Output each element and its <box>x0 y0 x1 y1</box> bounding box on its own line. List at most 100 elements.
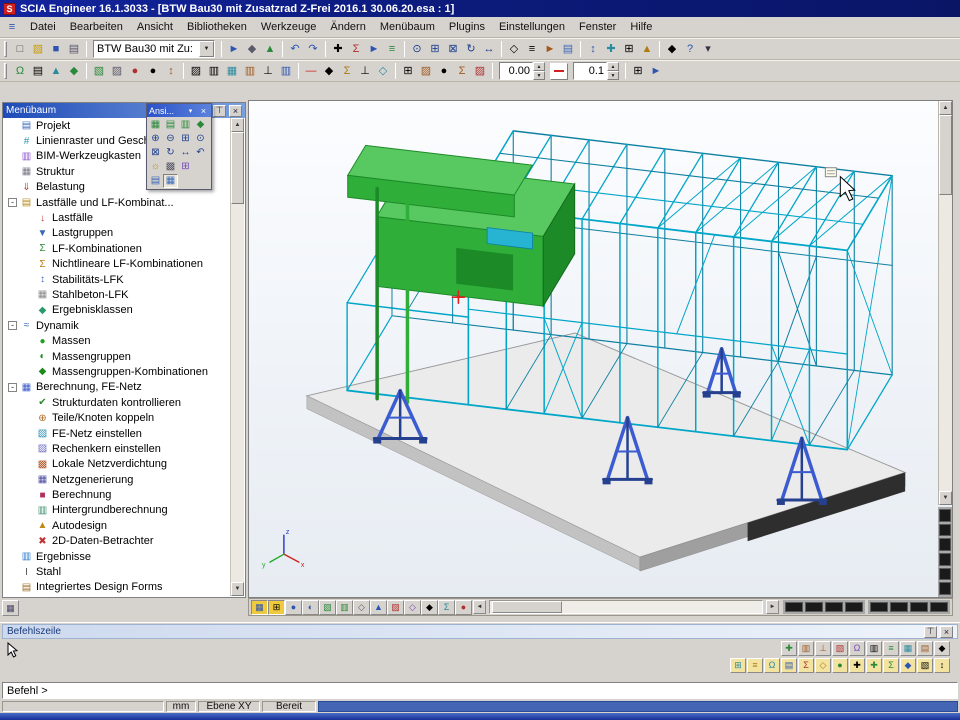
activity-filter-button[interactable]: ≡ <box>523 41 541 58</box>
minimized-window-segment[interactable] <box>870 602 888 612</box>
tree-item[interactable]: ✔Strukturdaten kontrollieren <box>4 395 230 410</box>
docked-toolbar-2[interactable] <box>868 600 950 614</box>
tree-item[interactable]: ▩Lokale Netzverdichtung <box>4 457 230 472</box>
snap-node-button[interactable]: Ω <box>849 641 865 656</box>
parallel-snap-button[interactable]: Σ <box>883 658 899 673</box>
menu-einstellungen[interactable]: Einstellungen <box>492 18 572 36</box>
named-selection-button[interactable]: ► <box>541 41 559 58</box>
window-tile-button[interactable]: ✚ <box>602 41 620 58</box>
spin-up-icon[interactable] <box>607 62 619 71</box>
spin-down-icon[interactable] <box>607 71 619 80</box>
arc-snap-button[interactable]: ✚ <box>849 658 865 673</box>
shade-mode-button[interactable]: ▲ <box>370 600 387 615</box>
stepper-value[interactable]: 0.00 <box>499 62 533 80</box>
midpoint-snap-button[interactable]: Ω <box>764 658 780 673</box>
folder-project-button[interactable]: ▨ <box>417 63 435 80</box>
project-selector[interactable]: BTW Bau30 mit Zu: <box>93 40 215 58</box>
plane-xy-button[interactable]: ▧ <box>319 600 336 615</box>
absolute-coords-button[interactable]: ▧ <box>917 658 933 673</box>
scroll-up-icon[interactable] <box>231 118 244 132</box>
chevron-down-icon[interactable] <box>199 41 214 57</box>
minimized-window-segment[interactable] <box>939 524 951 537</box>
cursor-select-button[interactable]: Ω <box>11 63 29 80</box>
settings-gear-button[interactable]: ◆ <box>663 41 681 58</box>
open-project-button[interactable]: ▨ <box>29 41 47 58</box>
print-data-button[interactable]: ● <box>455 600 472 615</box>
toolbar-grip[interactable] <box>4 41 7 57</box>
menu-menübaum[interactable]: Menübaum <box>373 18 442 36</box>
light-toggle-button[interactable]: ☼ <box>148 160 163 174</box>
rotate-tool-button[interactable]: ● <box>126 63 144 80</box>
window-cascade-button[interactable]: ⊞ <box>620 41 638 58</box>
hscroll-right-arrow[interactable] <box>766 600 779 614</box>
mesh-triangle-button[interactable]: ◇ <box>374 63 392 80</box>
zoom-selection-button[interactable]: ⊠ <box>444 41 462 58</box>
snap-step-stepper[interactable]: 0.1 <box>573 62 619 80</box>
node-tool-button[interactable]: ▥ <box>277 63 295 80</box>
clip-box-button[interactable]: ⊞ <box>178 160 193 174</box>
orthogonal-snap-button[interactable]: ◇ <box>815 658 831 673</box>
snap-mode-button[interactable]: ◐ <box>302 600 319 615</box>
relative-coords-button[interactable]: ↕ <box>934 658 950 673</box>
minimized-window-segment[interactable] <box>939 553 951 566</box>
hscroll-left-arrow[interactable] <box>473 600 486 614</box>
move-tool-button[interactable]: ▧ <box>90 63 108 80</box>
scroll-up-icon[interactable] <box>939 101 952 115</box>
ucs-rotate-button[interactable]: ◆ <box>900 658 916 673</box>
grid-step-stepper[interactable]: 0.00 <box>499 62 545 80</box>
tree-item[interactable]: ΣNichtlineare LF-Kombinationen <box>4 257 230 272</box>
plane-yz-button[interactable]: ◇ <box>353 600 370 615</box>
3d-viewport[interactable]: zxy <box>248 100 953 598</box>
minimized-window-segment[interactable] <box>805 602 823 612</box>
redo-button[interactable]: ↷ <box>304 41 322 58</box>
scrollbar-thumb[interactable] <box>492 601 562 613</box>
scrollbar-thumb[interactable] <box>231 132 244 204</box>
snap-magnifier-button[interactable]: ⊥ <box>815 641 831 656</box>
layers-manager-button[interactable]: ◇ <box>505 41 523 58</box>
menu-datei[interactable]: Datei <box>23 18 63 36</box>
volumes-toggle-button[interactable]: ▨ <box>387 600 404 615</box>
menu-hilfe[interactable]: Hilfe <box>623 18 659 36</box>
active-document-button[interactable]: ≡ <box>3 19 21 36</box>
spin-down-icon[interactable] <box>533 71 545 80</box>
perpendicular-check-button[interactable]: ◆ <box>320 63 338 80</box>
tree-item[interactable]: ▦Stahlbeton-LFK <box>4 287 230 302</box>
save-project-button[interactable]: ■ <box>47 41 65 58</box>
scale-settings-button[interactable]: ► <box>647 63 665 80</box>
tangent-snap-button[interactable]: ● <box>832 658 848 673</box>
tree-item[interactable]: ↕Stabilitäts-LFK <box>4 272 230 287</box>
palette-titlebar[interactable]: Ansi... <box>147 104 211 117</box>
results-display-button[interactable]: ◆ <box>421 600 438 615</box>
copy-tool-button[interactable]: ▨ <box>108 63 126 80</box>
dot-grid-snap-button[interactable]: ⊞ <box>730 658 746 673</box>
minimized-window-segment[interactable] <box>939 582 951 595</box>
chevron-down-icon[interactable] <box>185 106 196 116</box>
copy-button[interactable]: ◆ <box>243 41 261 58</box>
zoom-window-button[interactable]: ⊞ <box>178 132 193 146</box>
omega-buckling-button[interactable]: ⊥ <box>356 63 374 80</box>
print-button[interactable]: ▤ <box>65 41 83 58</box>
tree-item[interactable]: ▤Integriertes Design Forms <box>4 580 230 595</box>
minimized-window-segment[interactable] <box>890 602 908 612</box>
view-front-button[interactable]: ▤ <box>163 118 178 132</box>
toolbar-grip[interactable] <box>4 63 7 79</box>
dim-line-red-button[interactable]: — <box>302 63 320 80</box>
view-rotate-button[interactable]: ↻ <box>163 146 178 160</box>
view-previous-button[interactable]: ↶ <box>193 146 208 160</box>
window-new-button[interactable]: ↕ <box>584 41 602 58</box>
zoom-all-button[interactable]: ⊙ <box>408 41 426 58</box>
new-document-button[interactable]: □ <box>11 41 29 58</box>
viewport-hscrollbar[interactable] <box>489 600 763 614</box>
folder-user-button[interactable]: ▨ <box>471 63 489 80</box>
cut-button[interactable]: ► <box>225 41 243 58</box>
zoom-out-button[interactable]: ⊖ <box>163 132 178 146</box>
deselect-all-button[interactable]: ◆ <box>65 63 83 80</box>
pin-icon[interactable] <box>213 105 226 117</box>
scrollbar-thumb[interactable] <box>939 115 952 195</box>
tree-item[interactable]: ≈Dynamik <box>4 318 230 333</box>
docking-tab[interactable] <box>2 600 19 616</box>
view-pan-button[interactable]: ↔ <box>480 41 498 58</box>
tree-item[interactable]: ◆Massengruppen-Kombinationen <box>4 364 230 379</box>
tree-item[interactable]: ▦Netzgenerierung <box>4 472 230 487</box>
zoom-all-button[interactable]: ⊙ <box>193 132 208 146</box>
